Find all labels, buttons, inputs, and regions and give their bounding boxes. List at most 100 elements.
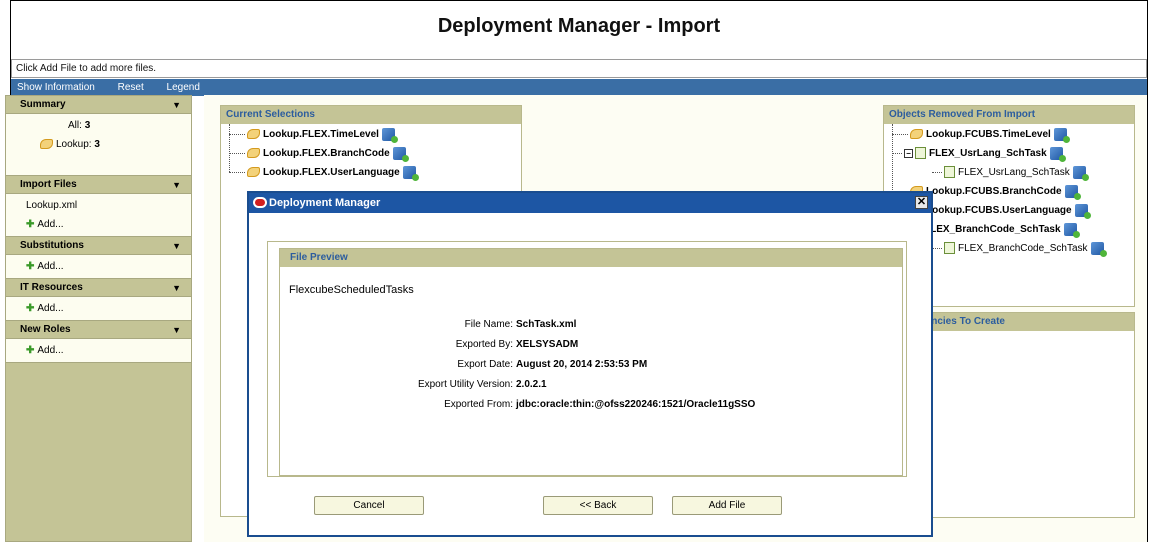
field-value: 2.0.2.1 — [516, 379, 547, 390]
current-selections-title: Current Selections — [221, 106, 521, 124]
dialog-body: File Preview FlexcubeScheduledTasks File… — [267, 241, 907, 477]
scheduled-task-icon — [944, 242, 955, 255]
export-date-row: Export Date: August 20, 2014 2:53:53 PM — [280, 356, 904, 374]
removed-item[interactable]: − FLEX_UsrLang_SchTask — [892, 145, 1066, 163]
removed-label: Lookup.FCUBS.BranchCode — [926, 186, 1062, 197]
collapse-arrow-icon[interactable]: ▼ — [172, 321, 181, 339]
menu-show-information[interactable]: Show Information — [17, 82, 95, 93]
import-cube-icon — [402, 165, 419, 181]
file-preview-title: File Preview — [280, 249, 902, 267]
lookup-icon — [247, 148, 260, 159]
summary-all-row: All: 3 — [6, 116, 191, 135]
add-icon: ✚ — [26, 303, 35, 314]
import-cube-icon — [1064, 184, 1081, 200]
collapse-arrow-icon[interactable]: ▼ — [172, 96, 181, 114]
it-resources-header[interactable]: IT Resources ▼ — [6, 279, 191, 297]
file-name-row: File Name: SchTask.xml — [280, 316, 904, 334]
tree-connector — [229, 133, 245, 135]
selection-label: Lookup.FLEX.UserLanguage — [263, 167, 400, 178]
collapse-tree-icon[interactable]: − — [904, 148, 913, 158]
import-cube-icon — [1074, 203, 1091, 219]
field-value: August 20, 2014 2:53:53 PM — [516, 359, 648, 370]
summary-title: Summary — [20, 99, 66, 110]
substitutions-add-label: Add... — [37, 261, 64, 272]
field-label: File Name: — [464, 319, 513, 330]
import-cube-icon — [1049, 146, 1066, 162]
exported-by-row: Exported By: XELSYSADM — [280, 336, 904, 354]
summary-body: All: 3 Lookup: 3 — [6, 114, 191, 176]
summary-lookup-row[interactable]: Lookup: 3 — [6, 135, 191, 154]
import-files-add-label: Add... — [37, 219, 64, 230]
substitutions-title: Substitutions — [20, 240, 84, 251]
it-resources-add-link[interactable]: ✚ Add... — [6, 299, 191, 318]
tree-connector — [932, 171, 942, 173]
import-cube-icon — [392, 146, 409, 162]
back-button[interactable]: << Back — [543, 496, 653, 515]
dialog-titlebar[interactable]: Deployment Manager ✕ — [249, 193, 931, 213]
collapse-arrow-icon[interactable]: ▼ — [172, 176, 181, 194]
import-files-title: Import Files — [20, 179, 77, 190]
menu-legend[interactable]: Legend — [167, 82, 200, 93]
selection-label: Lookup.FLEX.TimeLevel — [263, 129, 379, 140]
summary-header[interactable]: Summary ▼ — [6, 96, 191, 114]
removed-label: FLEX_UsrLang_SchTask — [929, 148, 1047, 159]
dialog-title: Deployment Manager — [269, 197, 381, 209]
import-files-add-link[interactable]: ✚ Add... — [6, 215, 191, 234]
hint-bar: Click Add File to add more files. — [11, 59, 1147, 78]
tree-connector — [892, 133, 908, 135]
removed-label: FLEX_UsrLang_SchTask — [958, 167, 1070, 178]
substitutions-add-link[interactable]: ✚ Add... — [6, 257, 191, 276]
menu-reset[interactable]: Reset — [118, 82, 144, 93]
removed-child-item[interactable]: FLEX_BranchCode_SchTask — [932, 240, 1107, 258]
removed-label: Lookup.FCUBS.TimeLevel — [926, 129, 1051, 140]
menu-bar: Show Information Reset Legend — [11, 79, 1147, 96]
scheduled-task-icon — [915, 147, 926, 160]
collapse-arrow-icon[interactable]: ▼ — [172, 279, 181, 297]
field-label: Exported From: — [444, 399, 513, 410]
substitutions-header[interactable]: Substitutions ▼ — [6, 237, 191, 255]
tree-connector — [932, 247, 942, 249]
selection-item[interactable]: Lookup.FLEX.UserLanguage — [229, 164, 419, 182]
it-resources-add-label: Add... — [37, 303, 64, 314]
add-icon: ✚ — [26, 345, 35, 356]
import-cube-icon — [1090, 241, 1107, 257]
removed-objects-title: Objects Removed From Import — [884, 106, 1134, 124]
scheduled-task-icon — [944, 166, 955, 179]
lookup-icon — [910, 129, 923, 140]
lookup-icon — [40, 139, 53, 150]
add-icon: ✚ — [26, 261, 35, 272]
field-label: Export Date: — [457, 359, 513, 370]
summary-lookup-label: Lookup: — [56, 139, 92, 150]
removed-label: FLEX_BranchCode_SchTask — [958, 243, 1088, 254]
oracle-logo-icon — [253, 197, 267, 208]
sidebar: Summary ▼ All: 3 Lookup: 3 Import Files … — [5, 95, 192, 542]
new-roles-header[interactable]: New Roles ▼ — [6, 321, 191, 339]
new-roles-add-label: Add... — [37, 345, 64, 356]
removed-item[interactable]: Lookup.FCUBS.TimeLevel — [892, 126, 1070, 144]
summary-all-label: All: — [68, 120, 82, 131]
field-value: XELSYSADM — [516, 339, 579, 350]
selection-item[interactable]: Lookup.FLEX.TimeLevel — [229, 126, 398, 144]
task-name: FlexcubeScheduledTasks — [289, 284, 414, 296]
add-file-button[interactable]: Add File — [672, 496, 782, 515]
cancel-button[interactable]: Cancel — [314, 496, 424, 515]
exported-from-row: Exported From: jdbc:oracle:thin:@ofss2202… — [280, 396, 904, 414]
import-files-header[interactable]: Import Files ▼ — [6, 176, 191, 194]
collapse-arrow-icon[interactable]: ▼ — [172, 237, 181, 255]
export-version-row: Export Utility Version: 2.0.2.1 — [280, 376, 904, 394]
close-icon[interactable]: ✕ — [915, 196, 928, 209]
field-value: SchTask.xml — [516, 319, 577, 330]
summary-lookup-count: 3 — [94, 139, 100, 150]
summary-all-count: 3 — [84, 120, 91, 131]
selection-item[interactable]: Lookup.FLEX.BranchCode — [229, 145, 409, 163]
import-file-item[interactable]: Lookup.xml — [6, 196, 191, 215]
new-roles-add-link[interactable]: ✚ Add... — [6, 341, 191, 360]
import-cube-icon — [381, 127, 398, 143]
file-preview-panel: File Preview FlexcubeScheduledTasks File… — [279, 248, 903, 476]
it-resources-title: IT Resources — [20, 282, 83, 293]
field-value: jdbc:oracle:thin:@ofss220246:1521/Oracle… — [516, 399, 756, 410]
add-icon: ✚ — [26, 219, 35, 230]
deployment-manager-dialog: Deployment Manager ✕ File Preview Flexcu… — [247, 191, 933, 537]
lookup-icon — [247, 129, 260, 140]
removed-child-item[interactable]: FLEX_UsrLang_SchTask — [932, 164, 1089, 182]
